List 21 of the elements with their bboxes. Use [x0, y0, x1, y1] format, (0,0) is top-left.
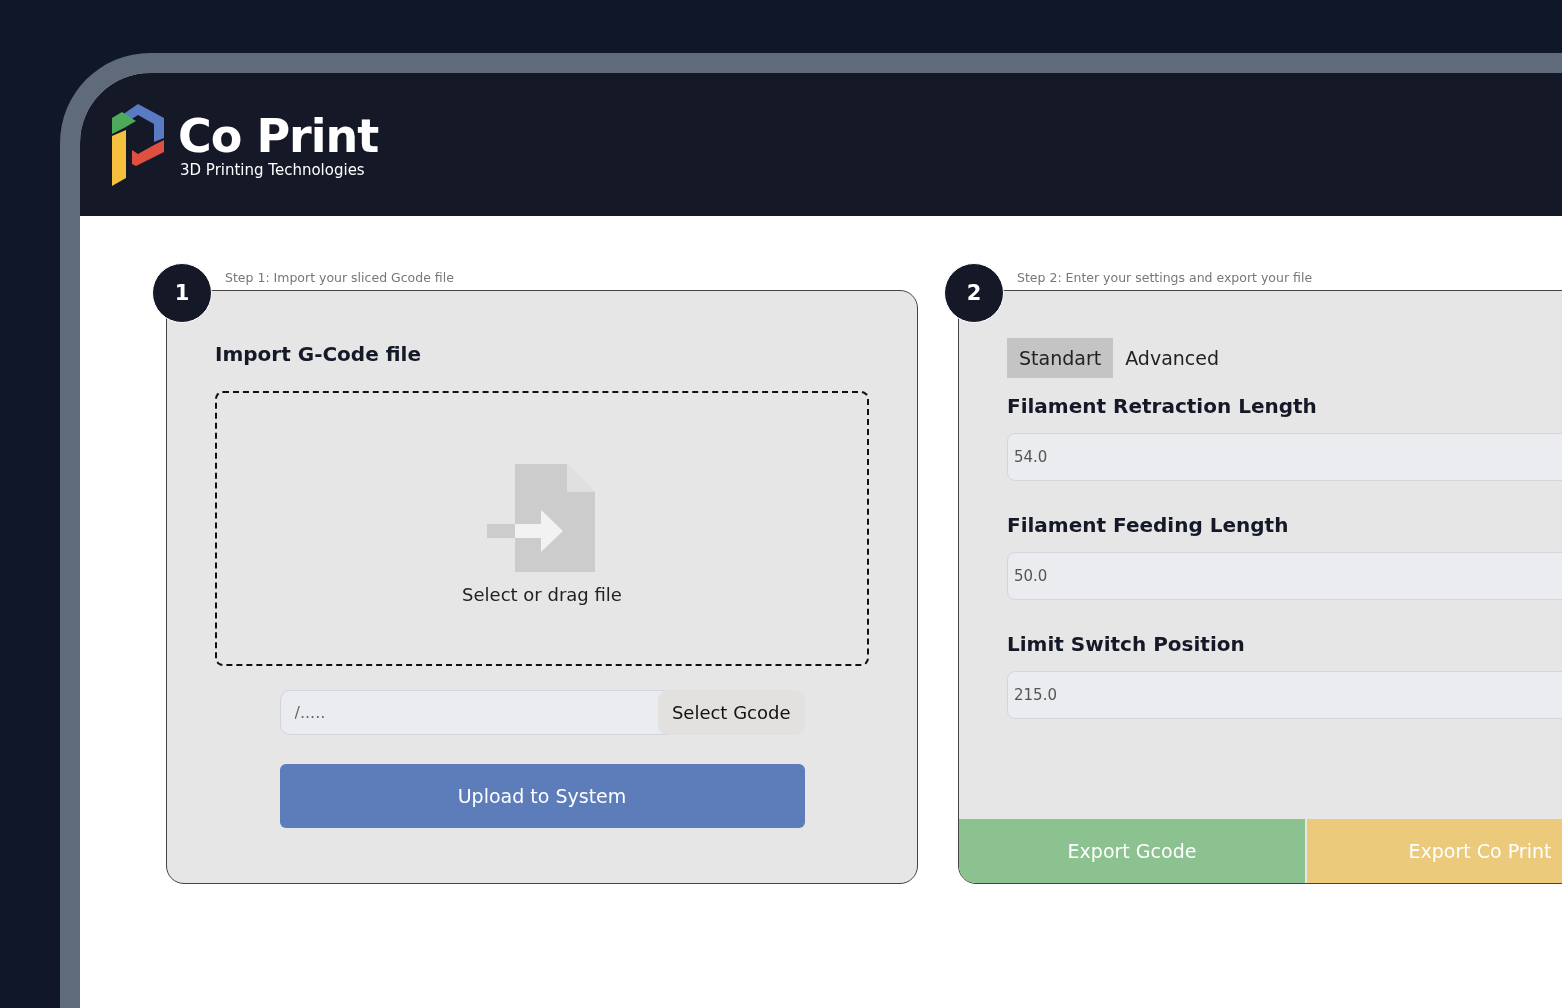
settings-tab[interactable]: Standart	[1007, 338, 1114, 378]
step-number-badge: 2	[944, 263, 1004, 323]
step-caption: Step 1: Import your sliced Gcode file	[224, 270, 455, 287]
upload-button[interactable]: Upload to System	[279, 764, 805, 828]
settings-tab[interactable]: Advanced	[1113, 338, 1232, 378]
logo-subtitle: 3D Printing Technologies	[180, 160, 366, 179]
step-caption: Step 2: Enter your settings and export your file	[1016, 270, 1314, 287]
file-drop-zone[interactable]: Select or drag file	[215, 391, 869, 666]
file-path-field[interactable]: /.....	[279, 690, 668, 735]
field-label: Filament Feeding Length	[1007, 512, 1290, 539]
number-input-field[interactable]: 54.0	[1007, 433, 1562, 481]
file-import-icon	[487, 464, 597, 572]
logo-title: Co Print	[178, 110, 379, 161]
panel-title: Import G-Code file	[215, 341, 422, 368]
number-input-field[interactable]: 50.0	[1007, 552, 1562, 600]
field-label: Filament Retraction Length	[1007, 393, 1318, 420]
field-label: Limit Switch Position	[1007, 631, 1246, 658]
step-number-badge: 1	[152, 263, 212, 323]
number-input-field[interactable]: 215.0	[1007, 671, 1562, 719]
logo-icon	[112, 103, 166, 186]
drop-zone-label: Select or drag file	[462, 584, 622, 605]
